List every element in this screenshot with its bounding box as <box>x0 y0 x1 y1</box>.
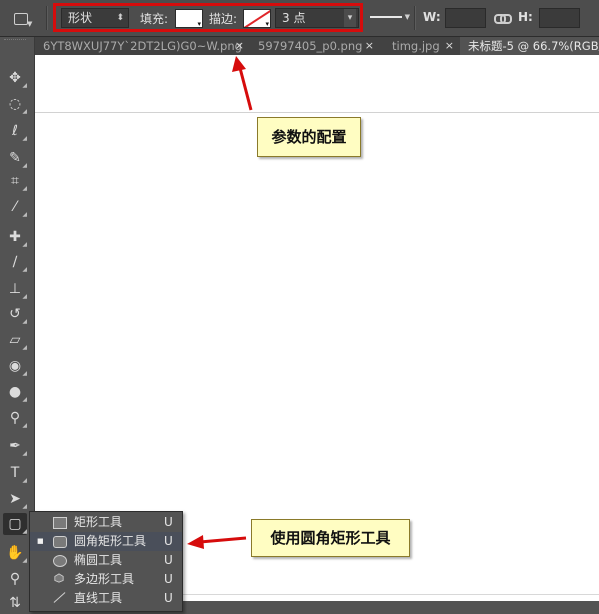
shortcut-key: U <box>164 553 173 567</box>
divider <box>414 6 416 30</box>
shape-tool-flyout: 矩形工具 U ■ 圆角矩形工具 U 椭圆工具 U 多边形工具 U 直线工具 U <box>29 511 183 612</box>
rounded-rect-tool-icon <box>14 13 28 25</box>
close-icon[interactable]: × <box>235 37 244 55</box>
shortcut-key: U <box>164 591 173 605</box>
dodge-tool-icon[interactable]: ⚲ ◢ <box>3 407 27 429</box>
height-input[interactable] <box>539 8 580 28</box>
flyout-item-rectangle[interactable]: 矩形工具 U <box>30 513 182 532</box>
clone-stamp-tool-icon[interactable]: ⊥ ◢ <box>3 278 27 300</box>
shortcut-key: U <box>164 534 173 548</box>
width-label: W: <box>423 10 441 24</box>
line-icon <box>53 592 66 603</box>
document-tab-bar: 6YT8WXUJ77Y`2DT2LG)G0~W.png × 59797405_p… <box>35 37 599 55</box>
tab-label: 6YT8WXUJ77Y`2DT2LG)G0~W.png <box>43 39 242 53</box>
tool-group-corner-icon: ◢ <box>22 162 27 169</box>
flyout-item-label: 圆角矩形工具 <box>74 534 147 548</box>
tool-group-corner-icon: ◢ <box>22 557 27 564</box>
swap-colors-icon[interactable]: ⇅ <box>3 592 27 614</box>
close-icon[interactable]: × <box>365 37 374 55</box>
shortcut-key: U <box>164 515 173 529</box>
paint-bucket-tool-icon[interactable]: ◉ ◢ <box>3 355 27 377</box>
tool-preset-picker[interactable]: ▼ <box>10 8 32 28</box>
rectangle-icon <box>53 517 67 529</box>
link-icon[interactable] <box>494 9 512 25</box>
tab-label: 未标题-5 @ 66.7%(RGB/ <box>468 39 599 53</box>
healing-brush-tool-icon[interactable]: ✚ ◢ <box>3 226 27 248</box>
flyout-item-polygon[interactable]: 多边形工具 U <box>30 570 182 589</box>
brush-tool-icon[interactable]: ∕ ◢ <box>3 251 27 273</box>
chevron-down-icon: ▼ <box>404 13 410 21</box>
tool-group-corner-icon: ◢ <box>22 185 27 192</box>
hand-tool-icon[interactable]: ✋ ◢ <box>3 542 27 564</box>
tool-group-corner-icon: ◢ <box>22 422 27 429</box>
close-icon[interactable]: × <box>445 37 454 55</box>
eyedropper-tool-icon[interactable]: ⁄ ◢ <box>3 196 27 218</box>
flyout-item-line[interactable]: 直线工具 U <box>30 589 182 608</box>
tool-group-corner-icon: ◢ <box>22 82 27 89</box>
tab-document-active[interactable]: 未标题-5 @ 66.7%(RGB/ <box>460 37 599 55</box>
divider <box>46 6 48 30</box>
options-bar: ▼ 形状 ⬍ 填充: ▾ 描边: ▾ 3 点 ▾ ▼ W: H: <box>0 0 599 37</box>
tool-group-corner-icon: ◢ <box>22 108 27 115</box>
tool-group-corner-icon: ◢ <box>22 318 27 325</box>
tool-group-corner-icon: ◢ <box>22 503 27 510</box>
crop-tool-icon[interactable]: ⌗ ◢ <box>3 170 27 192</box>
canvas-guide-line <box>35 112 599 113</box>
rounded-rectangle-icon <box>53 536 67 548</box>
flyout-item-label: 多边形工具 <box>74 572 135 586</box>
lasso-tool-icon[interactable]: ℓ ◢ <box>3 120 27 142</box>
tool-group-corner-icon: ◢ <box>22 266 27 273</box>
flyout-item-label: 椭圆工具 <box>74 553 123 567</box>
stroke-type-select[interactable]: ▼ <box>367 9 410 25</box>
tool-group-corner-icon: ◢ <box>22 211 27 218</box>
tool-group-corner-icon: ◢ <box>22 135 27 142</box>
marquee-tool-icon[interactable]: ◌ ◢ <box>3 93 27 115</box>
tool-group-corner-icon: ◢ <box>22 293 27 300</box>
tab-label: timg.jpg <box>392 39 440 53</box>
selected-bullet-icon: ■ <box>37 537 44 545</box>
tool-group-corner-icon: ◢ <box>22 528 27 535</box>
quick-selection-tool-icon[interactable]: ✎ ◢ <box>3 147 27 169</box>
tool-group-corner-icon: ◢ <box>22 396 27 403</box>
type-tool-icon[interactable]: T ◢ <box>3 462 27 484</box>
tool-group-corner-icon: ◢ <box>22 241 27 248</box>
tab-document-1[interactable]: 6YT8WXUJ77Y`2DT2LG)G0~W.png × <box>35 37 250 55</box>
blur-tool-icon[interactable]: ● ◢ <box>3 381 27 403</box>
toolbox-grip[interactable] <box>4 39 26 44</box>
shape-tool-icon[interactable]: ▢ ◢ <box>3 513 27 535</box>
path-selection-tool-icon[interactable]: ➤ ◢ <box>3 488 27 510</box>
polygon-icon <box>54 573 64 583</box>
tool-group-corner-icon: ◢ <box>22 450 27 457</box>
flyout-item-ellipse[interactable]: 椭圆工具 U <box>30 551 182 570</box>
tab-label: 59797405_p0.png <box>258 39 363 53</box>
ellipse-icon <box>53 555 67 567</box>
tool-group-corner-icon: ◢ <box>22 370 27 377</box>
shortcut-key: U <box>164 572 173 586</box>
tab-document-3[interactable]: timg.jpg × <box>384 37 460 55</box>
history-brush-tool-icon[interactable]: ↺ ◢ <box>3 303 27 325</box>
move-tool-icon[interactable]: ✥ ◢ <box>3 67 27 89</box>
flyout-item-label: 矩形工具 <box>74 515 123 529</box>
tab-document-2[interactable]: 59797405_p0.png × <box>250 37 380 55</box>
line-style-icon <box>370 16 402 18</box>
height-label: H: <box>518 10 533 24</box>
tool-group-corner-icon: ◢ <box>22 477 27 484</box>
zoom-tool-icon[interactable]: ⚲ <box>3 568 27 590</box>
flyout-item-label: 直线工具 <box>74 591 123 605</box>
width-input[interactable] <box>445 8 486 28</box>
chevron-down-icon: ▼ <box>27 20 33 28</box>
tool-group-corner-icon: ◢ <box>22 344 27 351</box>
params-callout: 参数的配置 <box>257 117 361 157</box>
eraser-tool-icon[interactable]: ▱ ◢ <box>3 329 27 351</box>
params-highlight-box <box>53 3 363 32</box>
rounded-rect-callout: 使用圆角矩形工具 <box>251 519 410 557</box>
flyout-item-rounded-rectangle[interactable]: ■ 圆角矩形工具 U <box>30 532 182 551</box>
pen-tool-icon[interactable]: ✒ ◢ <box>3 435 27 457</box>
